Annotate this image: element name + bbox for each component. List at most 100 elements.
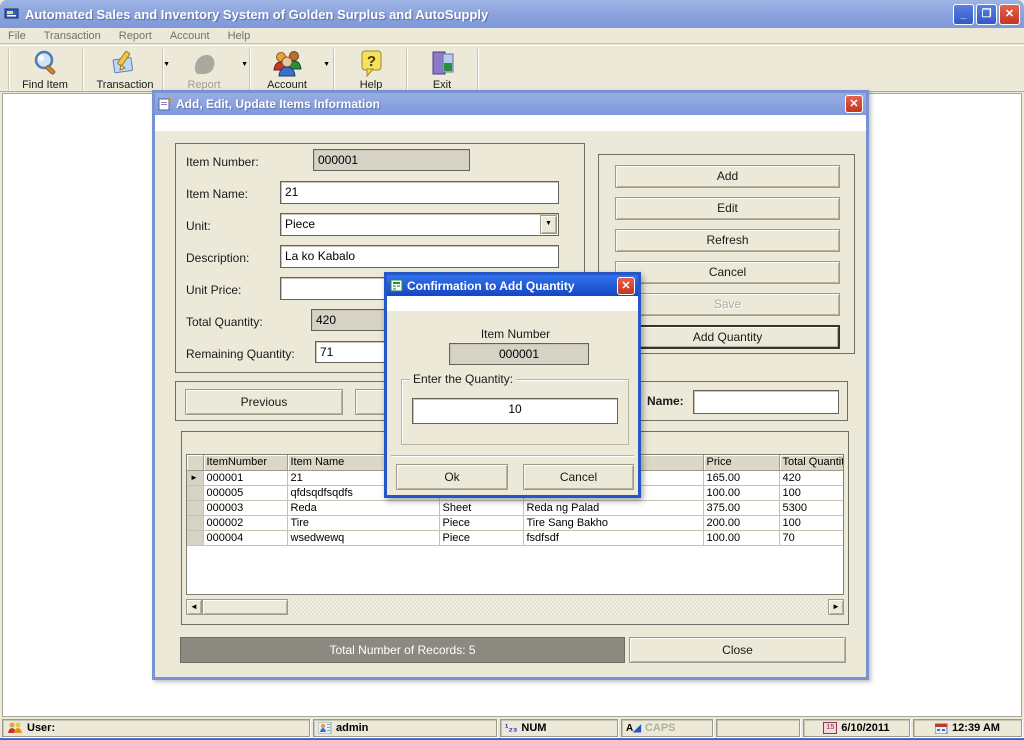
total-quantity-label: Total Quantity: <box>186 315 263 329</box>
records-count-bar: Total Number of Records: 5 <box>180 637 625 663</box>
refresh-button[interactable]: Refresh <box>615 229 840 252</box>
cancel-button[interactable]: Cancel <box>615 261 840 284</box>
modal-cancel-button[interactable]: Cancel <box>523 464 634 490</box>
description-label: Description: <box>186 251 249 265</box>
transaction-dropdown-arrow[interactable]: ▼ <box>163 61 170 68</box>
toolbar-separator <box>406 49 408 90</box>
scroll-left-icon[interactable]: ◄ <box>186 599 202 615</box>
menu-help[interactable]: Help <box>228 30 251 42</box>
menu-account[interactable]: Account <box>170 30 210 42</box>
menu-report[interactable]: Report <box>119 30 152 42</box>
calendar-icon: 15 <box>823 722 837 734</box>
modal-separator <box>391 455 634 457</box>
quantity-group-label: Enter the Quantity: <box>410 372 516 386</box>
col-item-number: ItemNumber <box>203 455 287 470</box>
scrollbar-thumb[interactable] <box>202 599 288 615</box>
edit-button[interactable]: Edit <box>615 197 840 220</box>
users-icon <box>7 722 23 734</box>
minimize-button[interactable]: _ <box>953 4 974 25</box>
status-user-panel: User: <box>2 719 310 737</box>
status-caps-panel: A◢ CAPS <box>621 719 713 737</box>
item-name-label: Item Name: <box>186 187 248 201</box>
capslock-icon: A◢ <box>626 723 641 734</box>
modal-item-number-label: Item Number <box>387 327 644 341</box>
transaction-icon <box>92 48 158 80</box>
ok-button[interactable]: Ok <box>396 464 508 490</box>
combo-dropdown-icon[interactable]: ▼ <box>540 215 557 234</box>
report-icon <box>172 48 236 80</box>
report-dropdown-arrow: ▼ <box>241 61 248 68</box>
toolbar-transaction-button[interactable]: Transaction ▼ <box>92 47 158 91</box>
add-quantity-button[interactable]: Add Quantity <box>615 325 840 349</box>
previous-button[interactable]: Previous <box>185 389 343 415</box>
toolbar-separator <box>162 49 164 90</box>
unit-price-label: Unit Price: <box>186 283 241 297</box>
status-username-panel: admin <box>313 719 497 737</box>
description-field[interactable]: La ko Kabalo <box>280 245 559 268</box>
toolbar-separator <box>477 49 479 90</box>
modal-item-number-field: 000001 <box>449 343 589 365</box>
add-button[interactable]: Add <box>615 165 840 188</box>
menu-file[interactable]: File <box>8 30 26 42</box>
window-title: Automated Sales and Inventory System of … <box>25 7 951 22</box>
unit-combobox[interactable]: Piece ▼ <box>280 213 559 236</box>
menu-transaction[interactable]: Transaction <box>44 30 101 42</box>
status-date-panel: 15 6/10/2011 <box>803 719 910 737</box>
exit-icon <box>414 48 470 80</box>
user-icon <box>318 722 332 734</box>
unit-label: Unit: <box>186 219 211 233</box>
confirmation-close-icon[interactable]: ✕ <box>617 277 635 295</box>
toolbar-find-item-button[interactable]: Find Item <box>14 47 76 91</box>
scroll-right-icon[interactable]: ► <box>828 599 844 615</box>
status-empty-panel <box>716 719 800 737</box>
remaining-quantity-label: Remaining Quantity: <box>186 347 295 361</box>
toolbar-help-button[interactable]: ? Help <box>342 47 400 91</box>
horizontal-scrollbar[interactable]: ◄ ► <box>186 599 844 615</box>
status-bar: User: admin ¹₂₃ NUM A◢ CAPS 15 6/10/2011 <box>0 718 1024 738</box>
confirmation-icon <box>390 279 403 292</box>
toolbar-separator <box>333 49 335 90</box>
help-icon: ? <box>342 48 400 80</box>
window-titlebar: Automated Sales and Inventory System of … <box>0 0 1024 28</box>
account-dropdown-arrow[interactable]: ▼ <box>323 61 330 68</box>
svg-text:+: + <box>168 97 172 105</box>
app-icon <box>4 6 20 22</box>
table-row[interactable]: 000004wsedwewq Piecefsdfsdf 100.0070 <box>187 530 844 545</box>
search-name-label: Name: <box>647 394 684 408</box>
quantity-input[interactable]: 10 <box>412 398 618 424</box>
toolbar-exit-button[interactable]: Exit <box>414 47 470 91</box>
dialog-titlebar: + Add, Edit, Update Items Information ✕ <box>155 93 866 115</box>
close-dialog-button[interactable]: Close <box>629 637 846 663</box>
confirmation-title: Confirmation to Add Quantity <box>407 279 617 293</box>
application-window: Automated Sales and Inventory System of … <box>0 0 1024 740</box>
search-name-field[interactable] <box>693 390 839 414</box>
item-number-field: 000001 <box>313 149 470 171</box>
confirmation-dialog: Confirmation to Add Quantity ✕ Item Numb… <box>384 272 641 498</box>
table-row[interactable]: 000003Reda SheetReda ng Palad 375.005300 <box>187 500 844 515</box>
find-item-icon <box>14 48 76 80</box>
item-name-field[interactable]: 21 <box>280 181 559 204</box>
toolbar-separator <box>8 49 10 90</box>
dialog-title: Add, Edit, Update Items Information <box>176 97 845 111</box>
col-total-quantity: Total Quantity <box>779 455 844 470</box>
close-button[interactable]: ✕ <box>999 4 1020 25</box>
confirmation-titlebar: Confirmation to Add Quantity ✕ <box>387 275 638 296</box>
dialog-close-icon[interactable]: ✕ <box>845 95 863 113</box>
row-selector-icon: ► <box>187 470 203 485</box>
restore-button[interactable]: ❐ <box>976 4 997 25</box>
table-row[interactable]: 000002Tire PieceTire Sang Bakho 200.0010… <box>187 515 844 530</box>
menu-bar: File Transaction Report Account Help <box>0 28 1024 44</box>
item-number-label: Item Number: <box>186 155 259 169</box>
status-time-panel: 12:39 AM <box>913 719 1022 737</box>
toolbar-separator <box>249 49 251 90</box>
toolbar-separator <box>82 49 84 90</box>
col-price: Price <box>703 455 779 470</box>
toolbar-account-button[interactable]: Account ▼ <box>256 47 318 91</box>
status-num-panel: ¹₂₃ NUM <box>500 719 618 737</box>
quantity-groupbox: Enter the Quantity: 10 <box>401 379 629 445</box>
clock-icon <box>935 722 948 734</box>
numlock-icon: ¹₂₃ <box>505 723 517 734</box>
account-icon <box>256 48 318 80</box>
toolbar-report-button: Report ▼ <box>172 47 236 91</box>
toolbar: Find Item Transaction ▼ Report ▼ <box>0 45 1024 92</box>
